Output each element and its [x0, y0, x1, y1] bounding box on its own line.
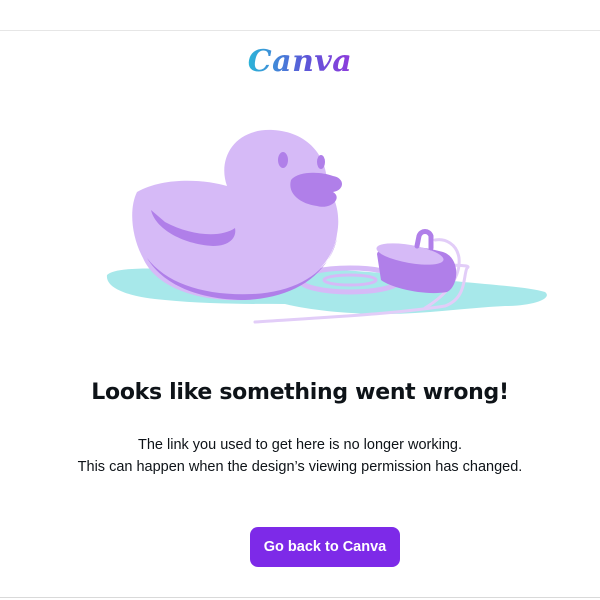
error-title: Looks like something went wrong!	[91, 380, 509, 405]
footer-divider	[0, 597, 600, 598]
go-back-button[interactable]: Go back to Canva	[250, 527, 400, 567]
rubber-duck-illustration	[106, 129, 547, 324]
error-description-line2: This can happen when the design’s viewin…	[77, 459, 523, 475]
canva-logo[interactable]: Canva	[0, 44, 600, 79]
header-divider	[0, 30, 600, 31]
logo-text: Canva	[247, 44, 353, 79]
duck	[132, 129, 342, 301]
error-description-line1: The link you used to get here is no long…	[137, 437, 463, 453]
